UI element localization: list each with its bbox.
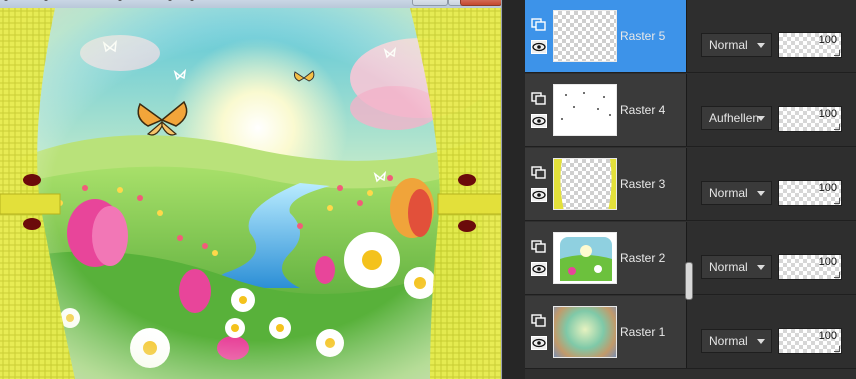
layer-row-raster-5[interactable]: Raster 5 Normal 100 (525, 0, 856, 73)
opacity-field[interactable]: 100 (778, 180, 842, 206)
layer-controls: Normal 100 (687, 148, 856, 220)
layer-name: Raster 4 (620, 103, 666, 117)
layer-header[interactable]: Raster 1 (525, 296, 686, 368)
window-titlebar (0, 0, 501, 8)
layer-controls: Normal 100 (687, 0, 856, 72)
blend-mode-dropdown[interactable]: Normal (701, 33, 772, 57)
opacity-value: 100 (818, 34, 837, 46)
layer-row-raster-4[interactable]: Raster 4 Aufhellen 100 (525, 74, 856, 147)
chevron-down-icon (757, 191, 765, 196)
blend-mode-dropdown[interactable]: Normal (701, 255, 772, 279)
title-fragment-icon (44, 0, 48, 1)
resize-grip-icon (834, 346, 840, 352)
eye-icon[interactable] (531, 336, 547, 350)
layer-thumbnail (553, 158, 617, 210)
layer-header[interactable]: Raster 3 (525, 148, 686, 220)
eye-icon[interactable] (531, 262, 547, 276)
layer-group-icon (531, 92, 547, 106)
layer-header[interactable]: Raster 2 (525, 222, 686, 294)
chevron-down-icon (757, 265, 765, 270)
chevron-down-icon (757, 339, 765, 344)
opacity-value: 100 (818, 182, 837, 194)
eye-icon[interactable] (531, 114, 547, 128)
opacity-value: 100 (818, 108, 837, 120)
layer-name: Raster 5 (620, 29, 666, 43)
blend-mode-dropdown[interactable]: Normal (701, 329, 772, 353)
blend-mode-value: Aufhellen (709, 111, 760, 125)
opacity-value: 100 (818, 256, 837, 268)
layer-controls: Normal 100 (687, 296, 856, 368)
layer-name: Raster 2 (620, 251, 666, 265)
layer-group-icon (531, 314, 547, 328)
layer-row-raster-3[interactable]: Raster 3 Normal 100 (525, 148, 856, 221)
eye-icon[interactable] (531, 188, 547, 202)
layer-group-icon (531, 240, 547, 254)
layer-thumbnail (553, 10, 617, 62)
blend-mode-value: Normal (709, 334, 748, 348)
title-fragment-icon (4, 0, 8, 1)
eye-icon[interactable] (531, 40, 547, 54)
blend-mode-dropdown[interactable]: Normal (701, 181, 772, 205)
close-button[interactable] (460, 0, 501, 6)
layer-controls: Aufhellen 100 (687, 74, 856, 146)
blend-mode-value: Normal (709, 260, 748, 274)
layer-name: Raster 3 (620, 177, 666, 191)
layer-thumbnail (553, 306, 617, 358)
layer-controls: Normal 100 (687, 222, 856, 294)
layer-name: Raster 1 (620, 325, 666, 339)
layer-row-raster-1[interactable]: Raster 1 Normal 100 (525, 296, 856, 369)
chevron-down-icon (757, 116, 765, 121)
blend-mode-dropdown[interactable]: Aufhellen (701, 106, 772, 130)
layer-header[interactable]: Raster 5 (525, 0, 686, 72)
opacity-field[interactable]: 100 (778, 254, 842, 280)
image-canvas[interactable] (0, 8, 501, 379)
layer-thumbnail (553, 84, 617, 136)
resize-grip-icon (834, 272, 840, 278)
resize-grip-icon (834, 198, 840, 204)
minimize-button[interactable] (412, 0, 448, 6)
layer-group-icon (531, 18, 547, 32)
title-fragment-icon (190, 0, 194, 1)
resize-grip-icon (834, 124, 840, 130)
layers-panel: Raster 5 Normal 100 Raster 4 Aufhellen 1… (525, 0, 856, 379)
column-resize-handle[interactable] (685, 262, 693, 300)
layer-group-icon (531, 166, 547, 180)
opacity-value: 100 (818, 330, 837, 342)
layer-header[interactable]: Raster 4 (525, 74, 686, 146)
blend-mode-value: Normal (709, 186, 748, 200)
layer-thumbnail (553, 232, 617, 284)
opacity-field[interactable]: 100 (778, 328, 842, 354)
opacity-field[interactable]: 100 (778, 32, 842, 58)
chevron-down-icon (757, 43, 765, 48)
title-fragment-icon (168, 0, 172, 1)
title-fragment-icon (118, 0, 122, 1)
resize-grip-icon (834, 50, 840, 56)
image-window (0, 0, 502, 379)
opacity-field[interactable]: 100 (778, 106, 842, 132)
blend-mode-value: Normal (709, 38, 748, 52)
panel-divider (503, 0, 525, 379)
